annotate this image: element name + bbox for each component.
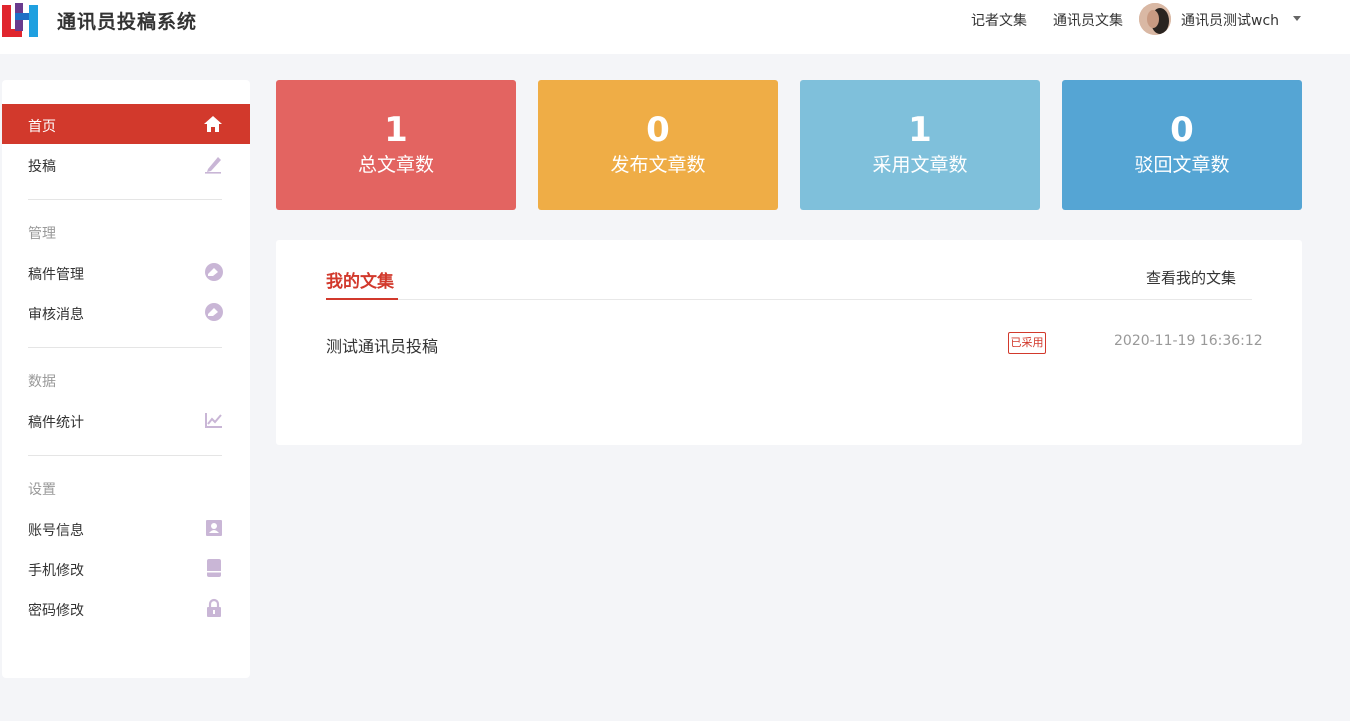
stat-card-total: 1 总文章数	[276, 80, 516, 210]
active-tab-indicator	[326, 298, 398, 300]
correspondent-collection-link[interactable]: 通讯员文集	[1053, 10, 1123, 30]
stat-label: 驳回文章数	[1134, 154, 1230, 176]
my-collection-panel: 我的文集 查看我的文集 测试通讯员投稿 已采用 2020-11-19 16:36…	[276, 240, 1302, 445]
status-badge: 已采用	[1008, 332, 1046, 354]
sidebar-item-password-change[interactable]: 密码修改	[2, 588, 250, 628]
tab-my-collection[interactable]: 我的文集	[326, 267, 394, 292]
sidebar-item-home[interactable]: 首页	[2, 104, 250, 144]
divider	[28, 455, 222, 456]
divider	[28, 199, 222, 200]
stat-card-published: 0 发布文章数	[538, 80, 778, 210]
stat-value: 0	[646, 110, 670, 150]
stat-label: 总文章数	[357, 154, 434, 176]
sidebar-item-label: 稿件管理	[28, 267, 84, 283]
sidebar-item-submit[interactable]: 投稿	[2, 144, 250, 184]
article-title-link[interactable]: 测试通讯员投稿	[326, 333, 438, 357]
line-chart-icon	[205, 413, 222, 428]
stat-value: 0	[1170, 110, 1194, 150]
stat-label: 发布文章数	[610, 154, 706, 176]
sidebar-item-label: 首页	[28, 119, 56, 135]
group-title-data: 数据	[28, 374, 56, 390]
home-icon	[204, 116, 222, 132]
sidebar-item-label: 投稿	[28, 159, 56, 175]
sidebar-item-label: 账号信息	[28, 523, 84, 539]
sidebar-item-phone-change[interactable]: 手机修改	[2, 548, 250, 588]
stat-card-rejected: 0 驳回文章数	[1062, 80, 1302, 210]
stat-label: 采用文章数	[872, 154, 968, 176]
stat-value: 1	[384, 110, 408, 150]
sidebar-item-label: 稿件统计	[28, 415, 84, 431]
view-my-collection-link[interactable]: 查看我的文集	[1146, 267, 1236, 288]
sidebar-item-manuscript-manage[interactable]: 稿件管理	[2, 252, 250, 292]
user-card-icon	[206, 520, 222, 536]
sidebar: 首页 投稿 管理 稿件管理 审核消息 数据 稿件统计 设置 账号信息 手机修改 …	[2, 80, 250, 678]
avatar[interactable]	[1139, 3, 1171, 35]
stat-card-adopted: 1 采用文章数	[800, 80, 1040, 210]
sidebar-item-account-info[interactable]: 账号信息	[2, 508, 250, 548]
sidebar-item-review-messages[interactable]: 审核消息	[2, 292, 250, 332]
sidebar-item-statistics[interactable]: 稿件统计	[2, 400, 250, 440]
phone-icon	[207, 559, 221, 577]
divider	[28, 347, 222, 348]
sidebar-item-label: 手机修改	[28, 563, 84, 579]
top-header: 通讯员投稿系统 记者文集 通讯员文集 通讯员测试wch	[0, 0, 1350, 54]
pen-icon	[205, 157, 221, 174]
divider	[326, 299, 1252, 300]
sidebar-item-label: 密码修改	[28, 603, 84, 619]
user-menu[interactable]: 通讯员测试wch	[1181, 10, 1279, 30]
stat-value: 1	[908, 110, 932, 150]
group-title-manage: 管理	[28, 226, 56, 242]
sidebar-item-label: 审核消息	[28, 307, 84, 323]
article-timestamp: 2020-11-19 16:36:12	[1114, 333, 1263, 349]
reporter-collection-link[interactable]: 记者文集	[971, 10, 1027, 30]
chevron-down-icon[interactable]	[1293, 16, 1301, 21]
logo-icon	[2, 3, 38, 37]
eraser-icon	[205, 303, 223, 321]
app-title: 通讯员投稿系统	[57, 11, 198, 33]
lock-icon	[207, 598, 221, 617]
eraser-icon	[205, 263, 223, 281]
group-title-settings: 设置	[28, 482, 56, 498]
avatar-image-icon	[1139, 3, 1171, 35]
